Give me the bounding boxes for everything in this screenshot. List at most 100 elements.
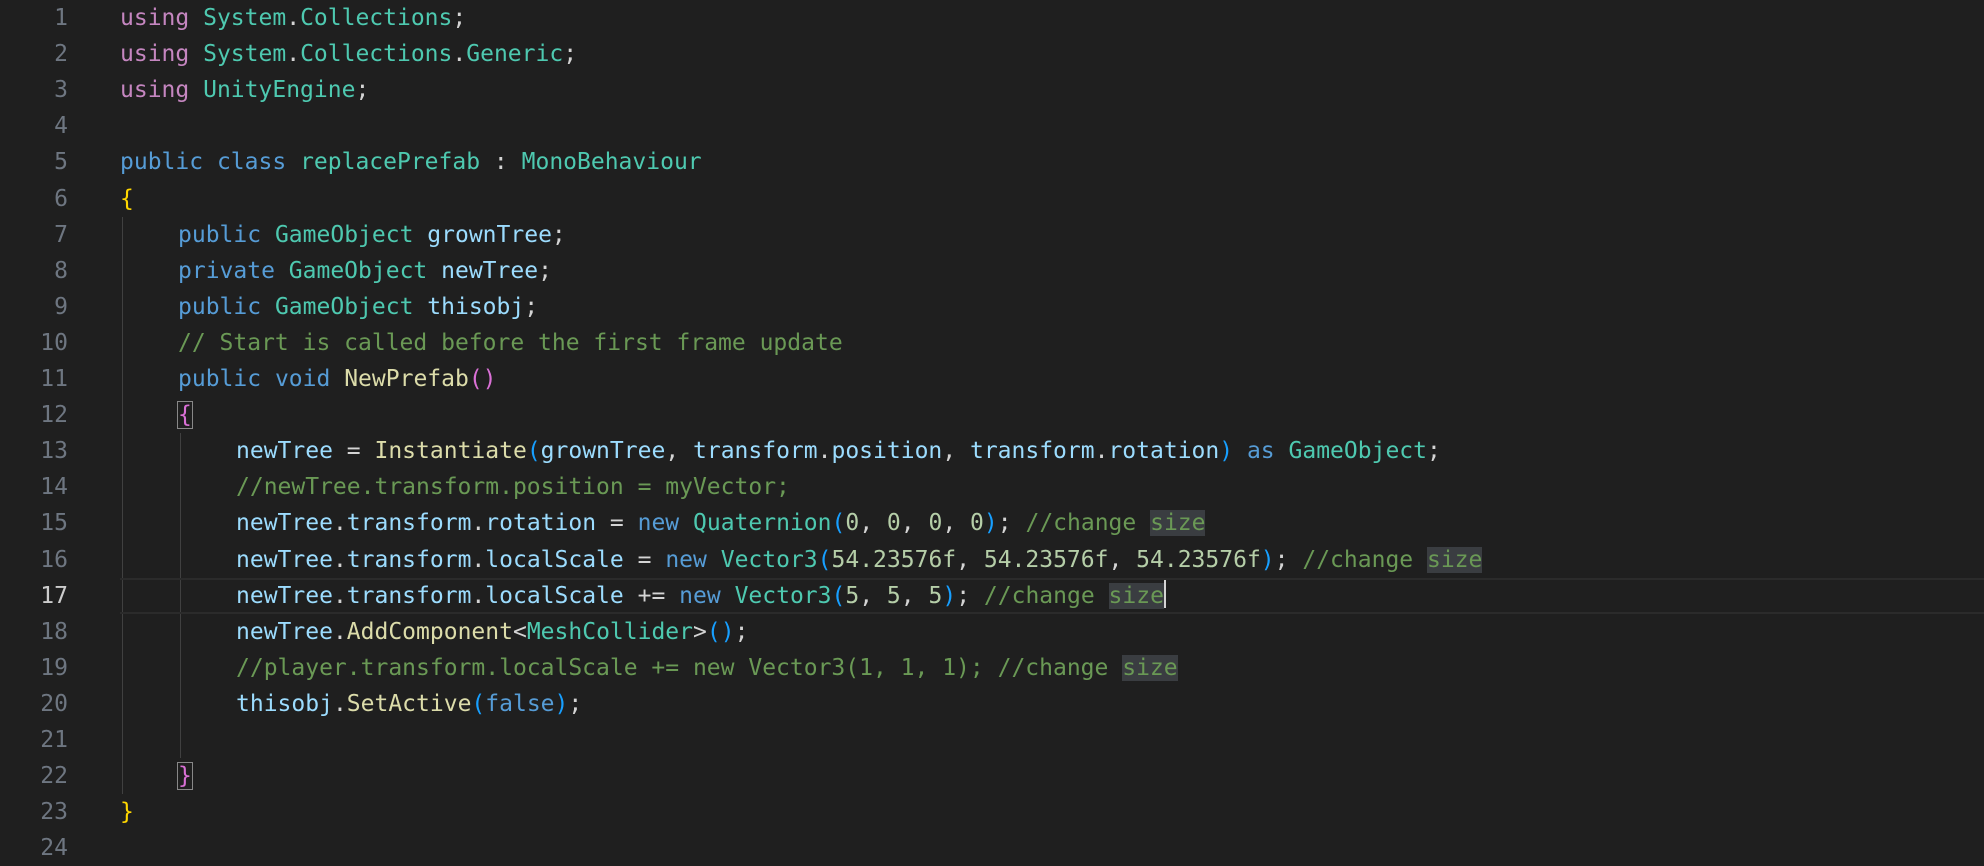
line-number: 12 [40,402,68,429]
code-token: , [942,438,970,465]
code-token: size [1426,546,1483,573]
code-token: > [693,618,707,645]
code-line[interactable]: 5 public class replacePrefab : MonoBehavi… [0,144,1984,180]
code-token: Instantiate [374,438,527,465]
line-number: 22 [40,763,68,790]
code-line[interactable]: 1 using System.Collections; [0,0,1984,36]
code-token: ; [538,257,552,284]
code-line[interactable]: 14 //newTree.transform.position = myVecto… [0,469,1984,505]
code-token: private [178,257,275,284]
code-line[interactable]: 12 { [0,397,1984,433]
code-token: 0 [886,510,901,537]
line-code[interactable]: { [177,397,193,433]
line-code[interactable]: newTree.AddComponent<MeshCollider>(); [236,614,748,650]
code-token: void [274,366,331,392]
code-line[interactable]: 20 thisobj.SetActive(false); [0,686,1984,722]
code-token: 54.23576f [831,546,957,573]
code-token: , [900,582,929,609]
code-token: replacePrefab [300,149,481,176]
code-line[interactable]: 6{ [0,181,1984,217]
code-token: //change [983,582,1109,609]
code-editor[interactable]: 1 using System.Collections; 2 using System.… [0,0,1984,861]
code-token: 5 [886,582,901,609]
line-code[interactable]: //newTree.transform.position = myVector; [236,469,790,505]
code-token: . [286,5,301,31]
line-code[interactable]: //player.transform.localScale += new Vec… [236,650,1178,686]
code-token: NewPrefab [344,366,469,392]
code-line[interactable]: 24 [0,830,1984,866]
code-token: GameObject [274,221,414,248]
code-line[interactable]: 8 private GameObject newTree; [0,253,1984,289]
code-token: public [120,149,204,176]
code-token: . [817,438,832,465]
line-number: 24 [40,835,68,862]
code-line[interactable]: 23} [0,794,1984,830]
line-number: 8 [54,257,68,284]
line-code[interactable]: // Start is called before the first fram… [178,325,843,361]
code-line[interactable]: 2 using System.Collections.Generic; [0,36,1984,72]
line-code[interactable]: using UnityEngine; [120,72,369,108]
code-token: { [177,401,193,430]
code-token: ( [831,582,846,609]
code-token: () [468,366,497,392]
code-token: using [120,5,190,31]
line-code[interactable]: } [177,758,193,794]
code-line[interactable]: 10 // Start is called before the first fr… [0,325,1984,361]
text-cursor [1163,580,1166,609]
code-token: new [679,582,721,609]
code-token: Vector3 [734,582,832,609]
line-code[interactable]: newTree.transform.localScale = new Vecto… [236,542,1483,578]
code-line[interactable]: 4 [0,108,1984,144]
code-line[interactable]: 15 newTree.transform.rotation = new Quate… [0,505,1984,541]
line-code[interactable]: private GameObject newTree; [178,253,552,289]
line-code[interactable]: public class replacePrefab : MonoBehavio… [120,144,702,180]
line-number: 3 [54,77,68,104]
line-code[interactable]: } [120,794,134,830]
line-code[interactable]: newTree.transform.rotation = new Quatern… [236,505,1206,541]
code-token: Quaternion [693,510,832,537]
code-line[interactable]: 7 public GameObject grownTree; [0,217,1984,253]
code-token: size [1122,654,1178,681]
code-line[interactable]: 19 //player.transform.localScale += new V… [0,650,1984,686]
line-code[interactable]: public GameObject thisobj; [178,289,538,325]
code-token: ; [524,293,539,320]
line-code[interactable]: newTree.transform.localScale += new Vect… [236,578,1166,614]
code-line[interactable]: 17 newTree.transform.localScale += new Ve… [0,577,1984,614]
code-token: { [120,185,134,212]
line-code[interactable]: newTree = Instantiate(grownTree, transfo… [236,433,1441,469]
line-code[interactable]: { [120,181,134,217]
code-token: transform [969,438,1095,465]
code-token: ; [734,618,749,645]
code-token: ; [1274,546,1303,573]
code-line[interactable]: 18 newTree.AddComponent<MeshCollider>(); [0,614,1984,650]
code-line[interactable]: 21 [0,722,1984,758]
code-token: grownTree [540,438,666,465]
line-code[interactable]: thisobj.SetActive(false); [236,686,582,722]
code-token: = [623,546,666,573]
line-code[interactable]: public void NewPrefab() [178,361,497,397]
code-line[interactable]: 3 using UnityEngine; [0,72,1984,108]
code-line[interactable]: 16 newTree.transform.localScale = new Vec… [0,542,1984,578]
code-line[interactable]: 13 newTree = Instantiate(grownTree, trans… [0,433,1984,469]
line-number: 18 [40,618,68,645]
code-token: . [471,582,486,609]
code-token: new [637,510,680,537]
code-token: AddComponent [346,618,513,645]
line-code[interactable]: public GameObject grownTree; [178,217,566,253]
code-token: , [859,510,887,537]
code-line[interactable]: 22} [0,758,1984,794]
code-line[interactable]: 11 public void NewPrefab() [0,361,1984,397]
code-token: ( [526,438,541,465]
code-token: ; [956,582,984,609]
code-token: ; [452,5,467,31]
line-code[interactable]: using System.Collections.Generic; [120,36,577,72]
line-code[interactable]: using System.Collections; [120,0,466,36]
code-line[interactable]: 9 public GameObject thisobj; [0,289,1984,325]
